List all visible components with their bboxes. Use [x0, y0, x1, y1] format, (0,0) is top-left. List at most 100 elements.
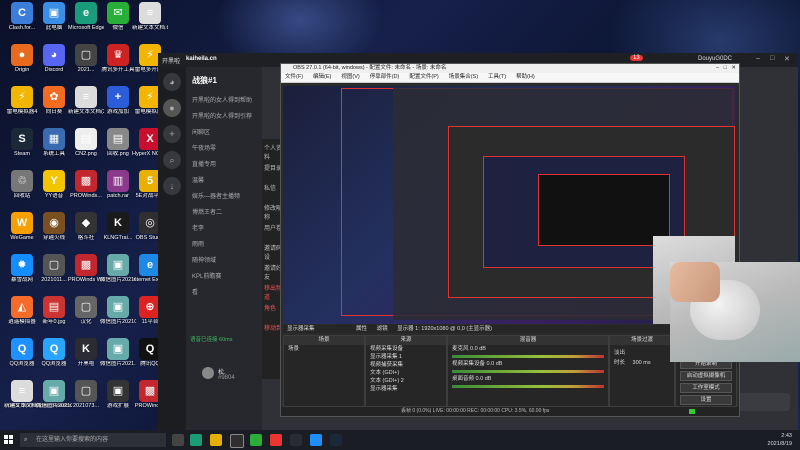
desktop-icon[interactable]: ◆ 格斗社: [68, 212, 104, 242]
context-menu-item[interactable]: 角色: [264, 303, 276, 312]
desktop-icon[interactable]: C Clash.for...: [4, 2, 40, 32]
desktop-icon[interactable]: ▩PROWinds WeGame截图: [68, 254, 104, 284]
obs-menu-item[interactable]: 文件(F): [285, 74, 303, 80]
control-button[interactable]: 工作室模式: [680, 383, 732, 393]
transition-type[interactable]: 淡出: [610, 349, 674, 357]
obs-close-icon[interactable]: ✕: [731, 64, 736, 73]
desktop-icon[interactable]: S Steam: [4, 128, 40, 158]
control-button[interactable]: 启动虚拟摄像机: [680, 371, 732, 381]
obs-taskbar-icon[interactable]: [230, 434, 244, 448]
qq-browser-icon[interactable]: [310, 434, 322, 446]
properties-button[interactable]: 属性: [356, 326, 367, 332]
home-icon[interactable]: ◕: [163, 73, 181, 91]
desktop-icon[interactable]: ♛ 腾讯多开工具: [100, 44, 136, 74]
netease-icon[interactable]: [270, 434, 282, 446]
obs-menu-item[interactable]: 视图(V): [341, 74, 359, 80]
notification-badge[interactable]: 13: [630, 55, 643, 61]
channel-item[interactable]: 闲聊区: [192, 127, 210, 136]
desktop-icon[interactable]: ⚡ 雷电模拟器4: [4, 86, 40, 116]
file-explorer-icon[interactable]: [210, 434, 222, 446]
obs-menu-item[interactable]: 工具(T): [488, 74, 506, 80]
edge-icon[interactable]: [190, 434, 202, 446]
desktop-icon[interactable]: Q QQ浏览器: [36, 338, 72, 368]
wechat-taskbar-icon[interactable]: [250, 434, 262, 446]
desktop-icon[interactable]: + 游戏加加: [100, 86, 136, 116]
channel-item[interactable]: KPL前瞻赛: [192, 271, 221, 280]
server-avatar[interactable]: ●: [163, 99, 181, 117]
obs-menu-item[interactable]: 配置文件(P): [409, 74, 438, 80]
desktop-icon[interactable]: ▥ patch.rar: [100, 170, 136, 200]
display-select[interactable]: 显示器 1: 1920x1080 @ 0,0 (主显示器): [397, 326, 492, 332]
volume-meter[interactable]: [452, 385, 604, 388]
desktop-icon[interactable]: ▢ 2021073...: [68, 380, 104, 410]
obs-maximize-icon[interactable]: □: [724, 64, 727, 73]
channel-item[interactable]: 看: [192, 287, 198, 296]
desktop-icon[interactable]: ▢ 2021...: [68, 44, 104, 74]
source-item[interactable]: 视频采集设备: [366, 345, 446, 353]
desktop-icon[interactable]: Q QQ浏览器: [4, 338, 40, 368]
desktop-icon[interactable]: ◭ 逍遥模拟器: [4, 296, 40, 326]
user-name-label[interactable]: DouyuG0DC: [698, 56, 732, 62]
steam-taskbar-icon[interactable]: [330, 434, 342, 446]
channel-item[interactable]: 雨雨: [192, 239, 204, 248]
scene-item[interactable]: 场景: [284, 345, 364, 353]
desktop-icon[interactable]: ▣微信图片2021070...: [100, 254, 136, 284]
desktop-icon[interactable]: ▤ CN2.png: [68, 128, 104, 158]
channel-item[interactable]: 博燃王者二: [192, 207, 222, 216]
source-item[interactable]: 显示器采集: [366, 385, 446, 393]
desktop-icon[interactable]: ▣ 微信图片2021...: [100, 338, 136, 368]
desktop-icon[interactable]: ▦ 系统工具: [36, 128, 72, 158]
source-item[interactable]: 显示器采集 1: [366, 353, 446, 361]
channel-item[interactable]: 直播专用: [192, 159, 216, 168]
desktop-icon[interactable]: ◉ 穿越火线: [36, 212, 72, 242]
avatar[interactable]: [202, 367, 214, 379]
volume-meter[interactable]: [452, 355, 604, 358]
desktop-icon[interactable]: K KLNGTrai...: [100, 212, 136, 242]
desktop-icon[interactable]: W WeGame: [4, 212, 40, 242]
channel-item[interactable]: 娱乐—器者主播频: [192, 191, 240, 200]
kaiheila-taskbar-icon[interactable]: [290, 434, 302, 446]
windows-start-icon[interactable]: [4, 435, 14, 445]
desktop-icon[interactable]: ♲ 回收站: [4, 170, 40, 200]
desktop-icon[interactable]: K 开黑啦: [68, 338, 104, 368]
source-item[interactable]: 文本 (GDI+) 2: [366, 377, 446, 385]
desktop-icon[interactable]: ✿ 向日葵: [36, 86, 72, 116]
desktop-icon[interactable]: ▩ PROWinds...: [68, 170, 104, 200]
desktop-icon[interactable]: ≡新建文本文档.txt: [132, 2, 168, 32]
channel-item[interactable]: 午夜场零: [192, 143, 216, 152]
obs-menu-item[interactable]: 停靠部件(D): [370, 74, 400, 80]
minimize-icon[interactable]: –: [756, 55, 760, 62]
desktop-icon[interactable]: ▣微信图片2021070...: [100, 296, 136, 326]
desktop-icon[interactable]: ▢ 2021011...: [36, 254, 72, 284]
desktop-icon[interactable]: ● Origin: [4, 44, 40, 74]
channel-item[interactable]: 开黑啦的女人得到引荐: [192, 111, 252, 120]
search-icon[interactable]: ⌕: [163, 151, 181, 169]
add-server-icon[interactable]: +: [163, 125, 181, 143]
obs-menu-item[interactable]: 帮助(H): [516, 74, 535, 80]
obs-preview[interactable]: [283, 86, 735, 324]
maximize-icon[interactable]: □: [770, 55, 774, 62]
channel-item[interactable]: 温馨: [192, 175, 204, 184]
desktop-icon[interactable]: ▣ 此电脑: [36, 2, 72, 32]
search-input[interactable]: ⌕ 在这里输入你要搜索的内容: [20, 433, 166, 447]
download-icon[interactable]: ↓: [163, 177, 181, 195]
task-view-icon[interactable]: [172, 434, 184, 446]
desktop-icon[interactable]: ✉ 微信: [100, 2, 136, 32]
filters-button[interactable]: 滤镜: [377, 326, 388, 332]
desktop-icon[interactable]: Y YY语音: [36, 170, 72, 200]
desktop-icon[interactable]: ≡新建文本文档.txt: [4, 380, 40, 410]
channel-item[interactable]: 随神领域: [192, 255, 216, 264]
desktop-icon[interactable]: ▣ 游戏扩展: [100, 380, 136, 410]
duration-value[interactable]: 300 ms: [633, 360, 651, 366]
desktop-icon[interactable]: e Microsoft Edge: [68, 2, 104, 32]
obs-menu-item[interactable]: 场景集合(S): [449, 74, 478, 80]
obs-menu-item[interactable]: 编辑(E): [313, 74, 331, 80]
context-menu-item[interactable]: 私信: [264, 183, 276, 192]
desktop-icon[interactable]: ✹ 暴雪战网: [4, 254, 40, 284]
desktop-icon[interactable]: ▢ 汉化: [68, 296, 104, 326]
volume-meter[interactable]: [452, 370, 604, 373]
source-item[interactable]: 视频捕获采集: [366, 361, 446, 369]
source-item[interactable]: 文本 (GDI+): [366, 369, 446, 377]
desktop-icon[interactable]: ▤ 新年0.jpg: [36, 296, 72, 326]
channel-item[interactable]: 老李: [192, 223, 204, 232]
